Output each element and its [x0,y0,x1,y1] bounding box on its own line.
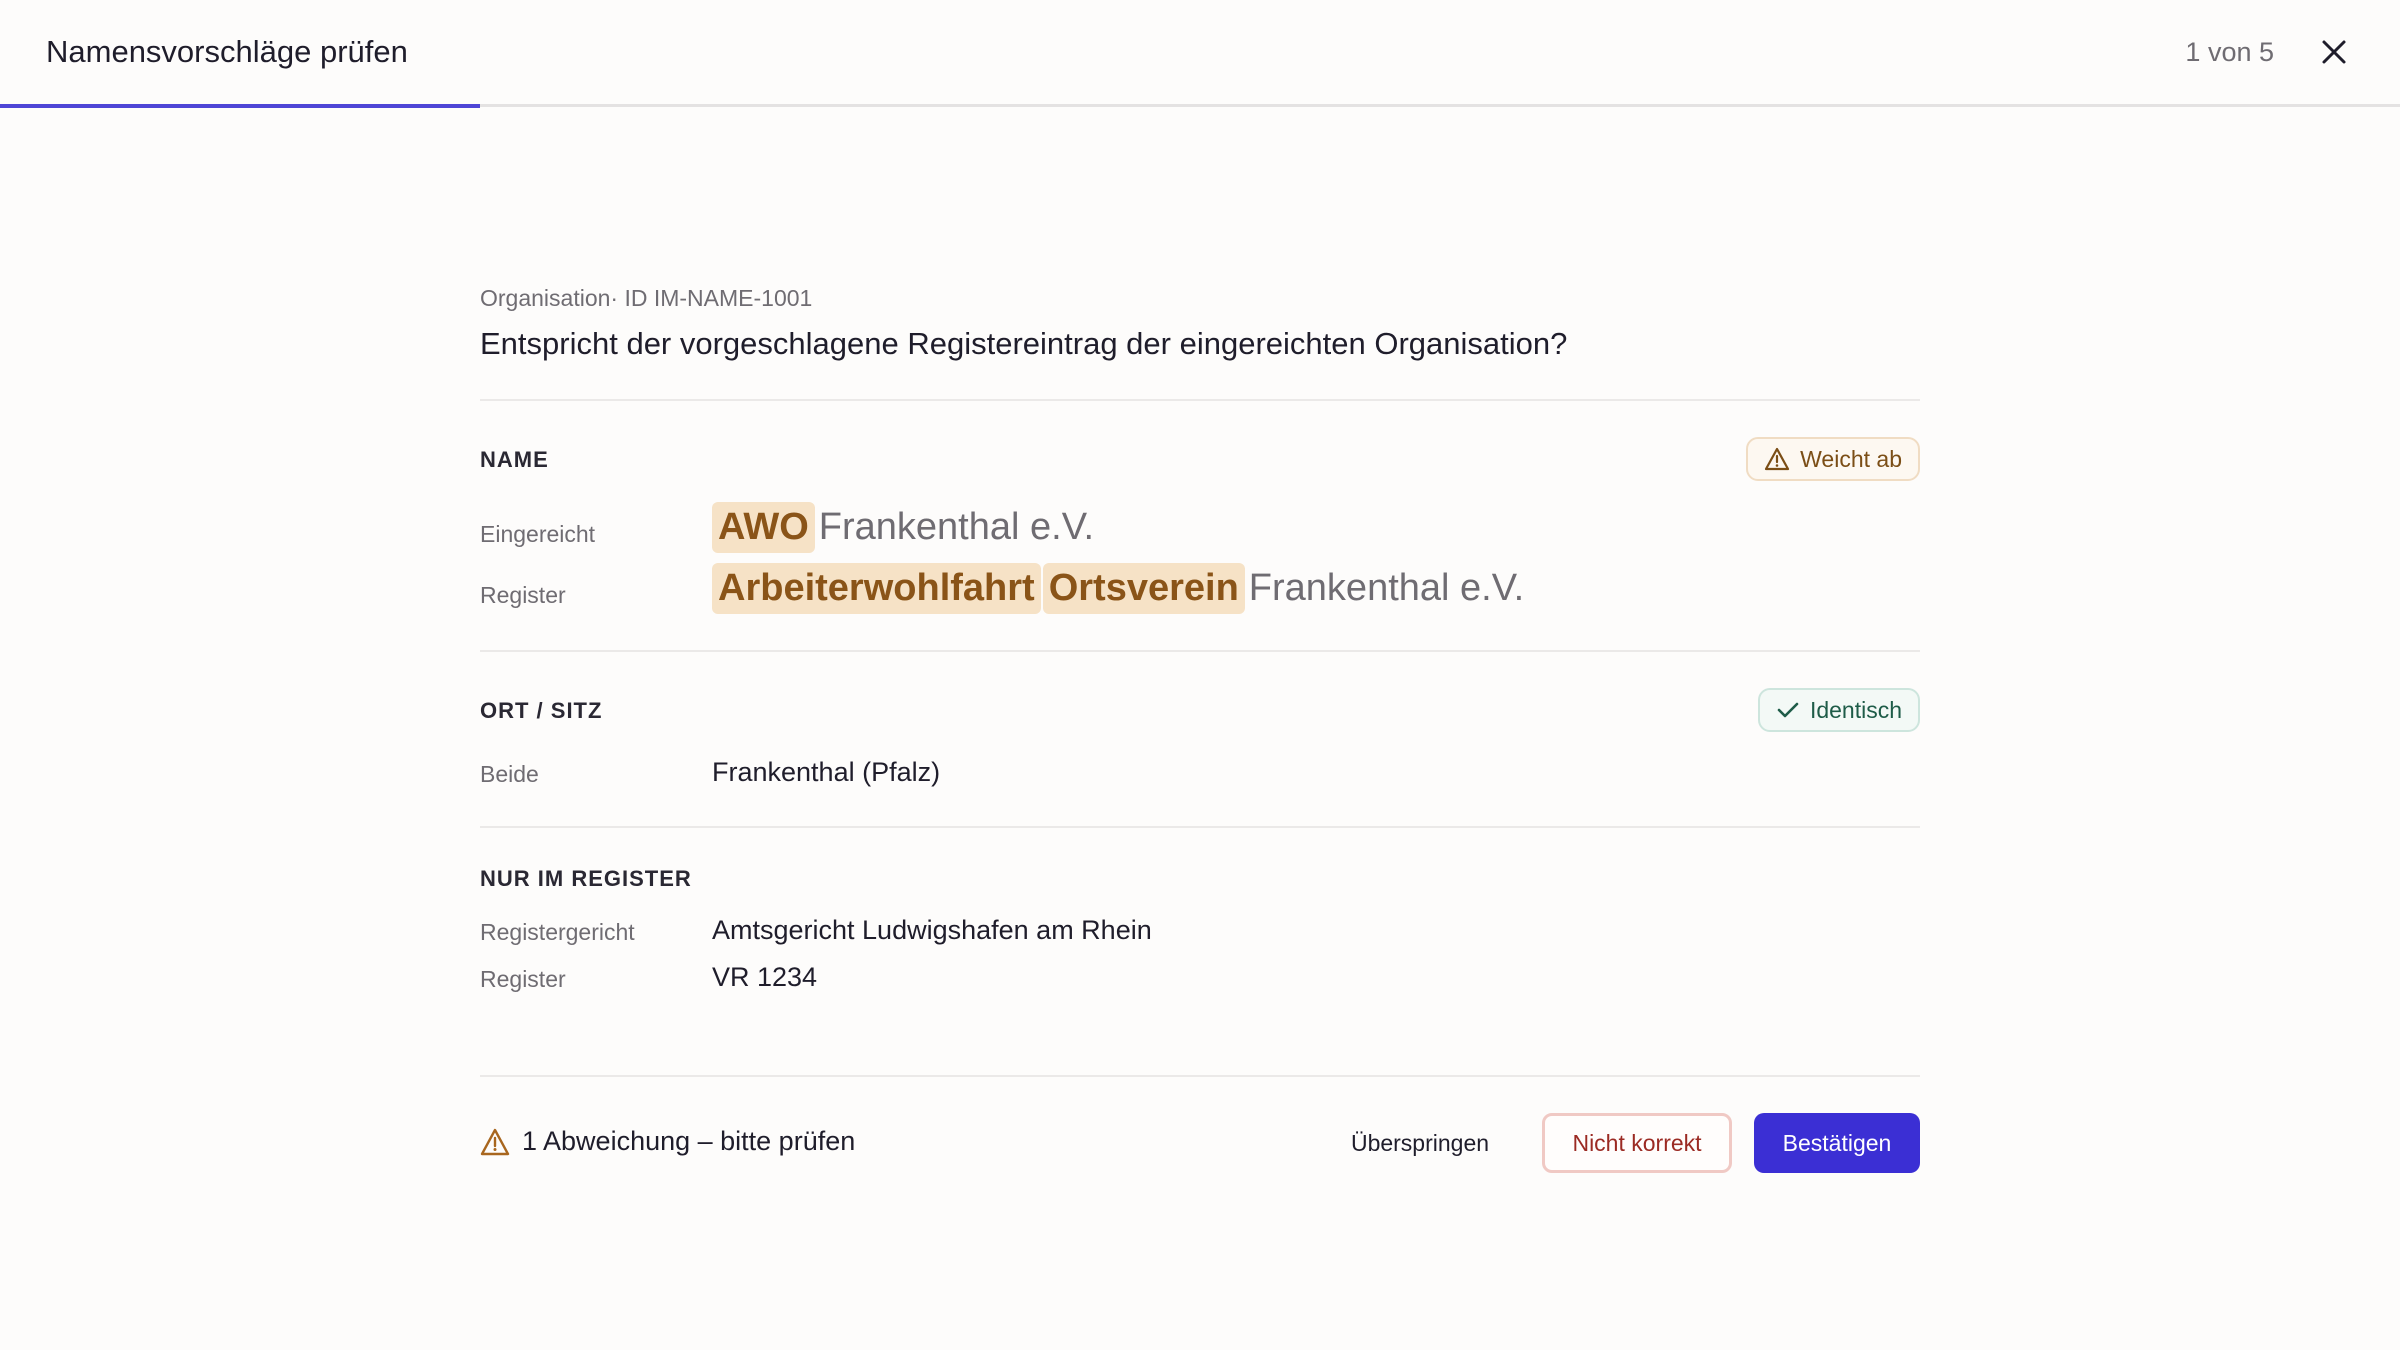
register-name-rest: Frankenthal e.V. [1248,567,1525,609]
close-button[interactable] [2314,32,2354,72]
divider [480,650,1920,652]
register-only-section-title: NUR IM REGISTER [480,866,692,891]
warning-icon [480,1128,510,1155]
court-value: Amtsgericht Ludwigshafen am Rhein [712,915,1152,945]
register-name: Arbeiterwohlfahrt Ortsverein Frankenthal… [712,563,1524,614]
divider [480,399,1920,401]
mismatch-badge: Weicht ab [1746,437,1920,481]
name-section-title: NAME [480,447,549,472]
divider [480,826,1920,828]
check-icon [1777,702,1799,718]
warning-icon [1765,447,1790,471]
court-label: Registergericht [480,919,635,945]
submitted-label: Eingereicht [480,521,596,547]
record-id: Organisation· ID IM-NAME-1001 [480,285,813,311]
deviation-summary-text: 1 Abweichung – bitte prüfen [522,1126,856,1156]
register-name-diff-1: Arbeiterwohlfahrt [712,563,1041,614]
top-bar: Namensvorschläge prüfen 1 von 5 [0,0,2400,107]
match-badge-label: Identisch [1809,696,1902,723]
location-section-title: ORT / SITZ [480,698,603,723]
submitted-name: AWO Frankenthal e.V. [712,502,1094,553]
location-value: Frankenthal (Pfalz) [712,757,941,787]
top-bar-right: 1 von 5 [2185,32,2354,72]
page-title: Namensvorschläge prüfen [46,34,408,69]
register-number-value: VR 1234 [712,962,818,992]
register-name-label: Register [480,582,566,608]
submitted-name-diff: AWO [712,502,815,553]
match-badge: Identisch [1757,688,1920,732]
divider [480,1075,1920,1077]
progress-bar [0,104,480,108]
both-label: Beide [480,761,539,787]
item-counter: 1 von 5 [2185,36,2274,67]
skip-button[interactable]: Überspringen [1340,1113,1500,1173]
reject-button[interactable]: Nicht korrekt [1542,1113,1732,1173]
submitted-name-rest: Frankenthal e.V. [818,506,1095,548]
register-name-diff-2: Ortsverein [1042,563,1245,614]
register-number-label: Register [480,966,566,992]
mismatch-badge-label: Weicht ab [1800,445,1902,472]
confirm-button[interactable]: Bestätigen [1754,1113,1920,1173]
deviation-summary: 1 Abweichung – bitte prüfen [480,1126,855,1157]
review-question: Entspricht der vorgeschlagene Registerei… [480,326,1568,361]
close-icon [2322,40,2346,64]
